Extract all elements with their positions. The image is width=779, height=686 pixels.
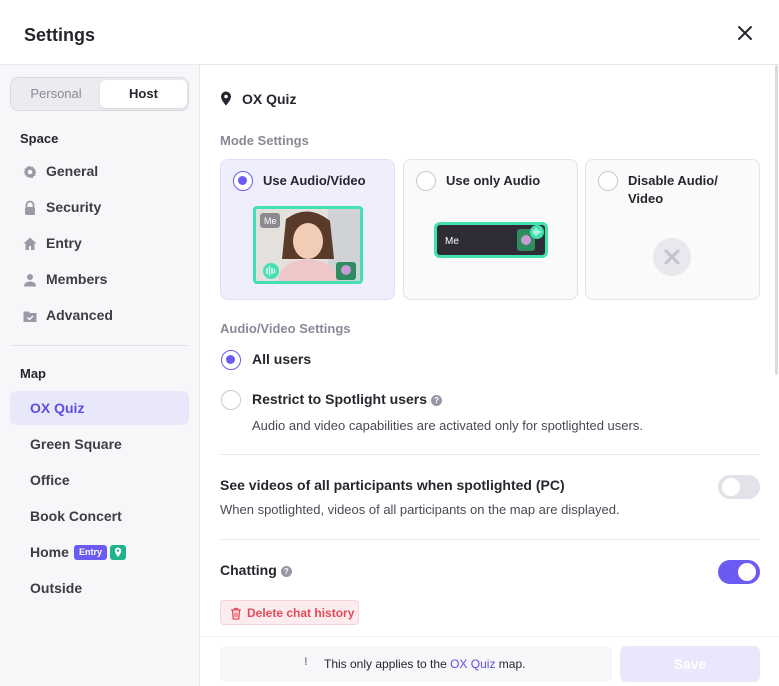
sidebar-item-label: Outside bbox=[30, 580, 83, 596]
disabled-circle-icon bbox=[653, 238, 691, 276]
mode-settings-label: Mode Settings bbox=[220, 133, 309, 148]
personal-host-switch: Personal Host bbox=[10, 77, 189, 111]
mode-label: Use Audio/Video bbox=[263, 173, 366, 188]
sidebar-item-label: Home bbox=[30, 544, 69, 560]
option-label: Restrict to Spotlight users bbox=[252, 391, 428, 407]
restrict-description: Audio and video capabilities are activat… bbox=[252, 418, 643, 433]
audio-bar-illustration: Me bbox=[445, 225, 544, 251]
mode-card-audio-video[interactable]: Use Audio/Video Me bbox=[220, 159, 395, 300]
video-preview-image: Me bbox=[253, 206, 363, 284]
option-label-wrap: Restrict to Spotlight users? bbox=[252, 391, 443, 407]
sidebar-item-label: Advanced bbox=[46, 307, 113, 323]
notice-map-name: OX Quiz bbox=[450, 657, 496, 671]
delete-chat-history-button[interactable]: Delete chat history bbox=[220, 600, 359, 625]
sidebar-item-label: Entry bbox=[46, 235, 82, 251]
sidebar-item-advanced[interactable]: Advanced bbox=[10, 298, 189, 332]
mode-label-line2: Video bbox=[628, 191, 664, 206]
mode-card-audio-only[interactable]: Use only Audio Me bbox=[403, 159, 578, 300]
spotlight-videos-title: See videos of all participants when spot… bbox=[220, 477, 565, 493]
av-settings-label: Audio/Video Settings bbox=[220, 321, 351, 336]
save-button[interactable]: Save bbox=[620, 646, 760, 682]
sidebar-item-security[interactable]: Security bbox=[10, 190, 189, 224]
mode-radio-audio-only[interactable] bbox=[416, 171, 436, 191]
toggle-knob bbox=[722, 478, 740, 496]
sidebar-item-label: Security bbox=[46, 199, 102, 215]
map-section-title: Map bbox=[20, 366, 46, 381]
video-person-illustration: Me bbox=[256, 209, 360, 281]
sidebar-item-members[interactable]: Members bbox=[10, 262, 189, 296]
settings-sidebar: Personal Host Space General Security Ent… bbox=[0, 65, 200, 686]
info-exclamation-icon: ! bbox=[304, 656, 308, 668]
sidebar-item-entry[interactable]: Entry bbox=[10, 226, 189, 260]
folder-check-icon bbox=[23, 311, 37, 322]
notice-text: This only applies to the OX Quiz map. bbox=[324, 657, 525, 671]
sidebar-item-outside[interactable]: Outside bbox=[10, 571, 189, 605]
section-divider bbox=[220, 454, 760, 455]
mode-radio-audio-video[interactable] bbox=[233, 171, 253, 191]
notice-prefix: This only applies to the bbox=[324, 657, 447, 671]
chatting-title: Chatting bbox=[220, 562, 277, 578]
spotlight-videos-toggle[interactable] bbox=[718, 475, 760, 499]
tab-host[interactable]: Host bbox=[100, 80, 187, 108]
dialog-header: Settings bbox=[0, 0, 779, 65]
entry-badge: Entry bbox=[74, 545, 108, 560]
mode-radio-disable[interactable] bbox=[598, 171, 618, 191]
sidebar-item-ox-quiz[interactable]: OX Quiz bbox=[10, 391, 189, 425]
map-pin-icon bbox=[114, 547, 122, 557]
sidebar-divider bbox=[10, 345, 189, 346]
location-pin-icon bbox=[221, 91, 231, 106]
help-icon[interactable]: ? bbox=[431, 395, 443, 406]
home-icon bbox=[23, 237, 37, 250]
scope-notice: ! This only applies to the OX Quiz map. bbox=[220, 646, 612, 682]
radio-all-users[interactable] bbox=[221, 350, 241, 370]
sidebar-item-label: Green Square bbox=[30, 436, 122, 452]
notice-suffix: map. bbox=[498, 657, 526, 671]
sidebar-item-general[interactable]: General bbox=[10, 154, 189, 188]
sidebar-item-label: Members bbox=[46, 271, 108, 287]
preview-me-tag: Me bbox=[264, 216, 277, 226]
tab-personal[interactable]: Personal bbox=[13, 80, 99, 108]
preview-me-tag: Me bbox=[445, 236, 459, 247]
dialog-title: Settings bbox=[24, 25, 96, 45]
mode-label: Disable Audio/ Video bbox=[628, 172, 718, 208]
sidebar-item-label: OX Quiz bbox=[30, 400, 85, 416]
settings-footer: ! This only applies to the OX Quiz map. … bbox=[201, 636, 779, 686]
spotlight-videos-description: When spotlighted, videos of all particip… bbox=[220, 502, 620, 517]
mode-label: Use only Audio bbox=[446, 173, 541, 188]
sidebar-item-label: Office bbox=[30, 472, 70, 488]
section-divider bbox=[220, 539, 760, 540]
space-section-title: Space bbox=[20, 131, 59, 146]
map-pin-badge bbox=[110, 545, 126, 560]
person-icon bbox=[24, 274, 36, 287]
gear-icon bbox=[23, 165, 37, 179]
mode-card-disable[interactable]: Disable Audio/ Video bbox=[585, 159, 760, 300]
chatting-title-row: Chatting? bbox=[220, 562, 292, 578]
sidebar-item-label: General bbox=[46, 163, 99, 179]
close-icon bbox=[738, 26, 752, 40]
radio-restrict-spotlight[interactable] bbox=[221, 390, 241, 410]
sidebar-item-label: Book Concert bbox=[30, 508, 122, 524]
trash-icon bbox=[231, 607, 241, 620]
option-label: All users bbox=[252, 351, 312, 367]
sidebar-item-home[interactable]: Home Entry bbox=[10, 535, 189, 569]
toggle-knob bbox=[738, 563, 756, 581]
chatting-toggle[interactable] bbox=[718, 560, 760, 584]
lock-icon bbox=[25, 200, 35, 215]
delete-chat-label: Delete chat history bbox=[247, 606, 355, 620]
help-icon[interactable]: ? bbox=[280, 566, 292, 577]
sidebar-item-book-concert[interactable]: Book Concert bbox=[10, 499, 189, 533]
sidebar-item-green-square[interactable]: Green Square bbox=[10, 427, 189, 461]
sidebar-item-office[interactable]: Office bbox=[10, 463, 189, 497]
audio-preview-image: Me bbox=[434, 222, 548, 258]
close-button[interactable] bbox=[734, 22, 756, 44]
settings-main: OX Quiz Mode Settings Use Audio/Video Me bbox=[201, 65, 776, 636]
mode-label-line1: Disable Audio/ bbox=[628, 173, 718, 188]
map-name: OX Quiz bbox=[242, 91, 297, 107]
